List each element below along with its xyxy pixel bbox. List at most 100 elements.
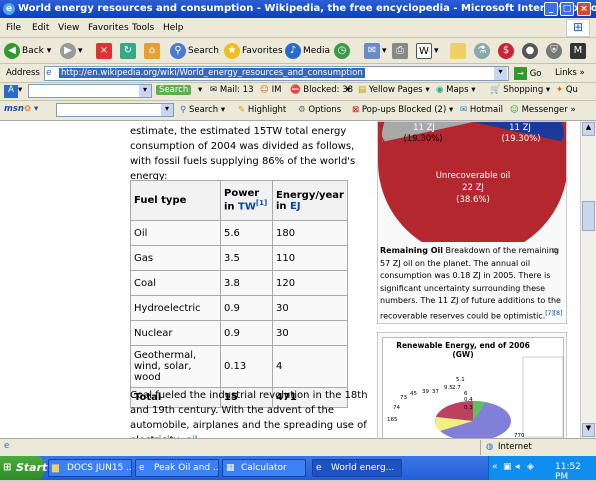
- cell-fuel: Gas: [130, 245, 221, 271]
- task-world-energy[interactable]: e World energ...: [312, 459, 402, 477]
- forward-button[interactable]: ▶ ▾: [60, 42, 83, 60]
- toolbar-search-input[interactable]: ▾: [28, 84, 152, 98]
- menu-file[interactable]: File: [6, 23, 21, 33]
- address-input[interactable]: e http://en.wikipedia.org/wiki/World_ene…: [44, 66, 509, 81]
- home-button[interactable]: ⌂: [144, 42, 162, 60]
- tray-volume-icon[interactable]: ◂: [515, 462, 520, 472]
- links-button[interactable]: Links »: [555, 68, 585, 78]
- task-docs-label: DOCS JUN15 ...: [67, 463, 132, 473]
- task-world-energy-label: World energ...: [331, 463, 395, 473]
- address-bar: Address e http://en.wikipedia.org/wiki/W…: [0, 64, 596, 83]
- more-link[interactable]: ✦ Qu: [556, 85, 578, 95]
- scroll-down-button[interactable]: ▼: [582, 423, 595, 437]
- msn-toolbar: msn✿ ▾ ▾ ⚲ Search ▾ ✎ Highlight ⚙ Option…: [0, 101, 596, 121]
- menu-help[interactable]: Help: [163, 23, 184, 33]
- vertical-scrollbar[interactable]: ▲ ▼: [580, 121, 596, 438]
- popups-blocked-button[interactable]: ⊠ Pop-ups Blocked (2) ▾: [352, 105, 453, 115]
- forward-arrow-icon: ▶: [60, 42, 76, 59]
- msn-search-input[interactable]: ▾: [56, 103, 174, 117]
- mail-button[interactable]: ✉ ▾: [364, 42, 387, 60]
- links-label: Links: [555, 68, 577, 78]
- yellow-pages-link[interactable]: ▤ Yellow Pages ▾: [358, 85, 430, 95]
- scroll-up-button[interactable]: ▲: [582, 122, 595, 136]
- m-button[interactable]: M: [570, 42, 588, 60]
- cell-energy: 30: [272, 295, 348, 321]
- cell-power: 3.5: [220, 245, 273, 271]
- blocked-dropdown[interactable]: ▾: [346, 85, 350, 95]
- toolbar-dropdown[interactable]: ▾: [18, 85, 22, 95]
- print-button[interactable]: ⎙: [392, 42, 410, 60]
- caption-refs[interactable]: [7][8]: [545, 310, 562, 317]
- start-button[interactable]: ⊞ Start: [0, 456, 47, 480]
- im-link[interactable]: ☺ IM: [260, 85, 281, 95]
- address-dropdown-icon[interactable]: ▾: [494, 67, 507, 80]
- yellow-pages-label: Yellow Pages: [368, 85, 423, 95]
- shopping-link[interactable]: 🛒 Shopping ▾: [490, 85, 550, 95]
- edit-button[interactable]: W ▾: [416, 42, 439, 60]
- toolbar-logo-icon[interactable]: A: [4, 85, 18, 98]
- standard-toolbar: ◀ Back ▾ ▶ ▾ × ↻ ⌂ ⚲ Search ★ Favorites ♪ Med…: [0, 38, 596, 64]
- favorites-label: Favorites: [242, 46, 283, 56]
- ej-link[interactable]: EJ: [290, 201, 301, 212]
- tw-link[interactable]: TW: [238, 202, 256, 213]
- toolbar-search-button[interactable]: Search: [156, 85, 192, 95]
- media-label: Media: [303, 46, 331, 56]
- options-button[interactable]: ⚙ Options: [298, 105, 341, 115]
- mcafee-button[interactable]: ⛨: [546, 42, 564, 60]
- search-button[interactable]: ⚲ Search: [170, 42, 219, 60]
- refresh-button[interactable]: ↻: [120, 42, 138, 60]
- task-calculator[interactable]: ▦ Calculator: [222, 459, 306, 477]
- yahoo-toolbar: A ▾ ▾ Search ▾ ✉ Mail: 13 ☺ IM ⛔ Blocked…: [0, 83, 596, 101]
- msn-search-button[interactable]: ⚲ Search ▾: [180, 105, 225, 115]
- minimize-button[interactable]: _: [544, 2, 558, 16]
- ref-1-link[interactable]: [1]: [256, 199, 267, 207]
- messenger-button[interactable]: $: [498, 42, 516, 60]
- favorites-button[interactable]: ★ Favorites: [224, 42, 283, 60]
- research-button[interactable]: ⚗: [474, 42, 492, 60]
- m-icon: M: [570, 42, 586, 59]
- maximize-button[interactable]: □: [560, 2, 574, 16]
- media-button[interactable]: ♪ Media: [285, 42, 330, 60]
- blocked-link[interactable]: ⛔ Blocked: 38: [290, 85, 353, 95]
- money-icon: $: [498, 42, 514, 59]
- messenger-icon: ☺: [510, 105, 519, 115]
- task-peak-oil-label: Peak Oil and ...: [154, 463, 219, 473]
- mail-link[interactable]: ✉ Mail: 13: [210, 85, 253, 95]
- popups-label: Pop-ups Blocked (2): [361, 105, 447, 115]
- maps-label: Maps: [446, 85, 469, 95]
- cell-fuel: Nuclear: [130, 320, 221, 346]
- clock: 11:52 PM: [555, 462, 581, 482]
- go-button[interactable]: → Go: [514, 67, 542, 80]
- mail-icon: ✉: [364, 42, 380, 59]
- tray-network-icon[interactable]: ▣: [503, 462, 512, 472]
- hotmail-button[interactable]: ✉ Hotmail: [460, 105, 503, 115]
- task-docs[interactable]: ▆ DOCS JUN15 ...: [48, 459, 132, 477]
- system-tray: « ▣ ◂ ◈ 11:52 PM: [488, 456, 596, 482]
- highlight-button[interactable]: ✎ Highlight: [238, 105, 286, 115]
- title-bar: e World energy resources and consumption…: [0, 0, 596, 18]
- history-button[interactable]: ◷: [334, 42, 352, 60]
- menu-view[interactable]: View: [58, 23, 79, 33]
- close-button[interactable]: ×: [577, 2, 591, 16]
- tray-expand-icon[interactable]: «: [492, 462, 498, 472]
- menu-favorites[interactable]: Favorites: [88, 23, 129, 33]
- research-icon: ⚗: [474, 42, 490, 59]
- msn-logo[interactable]: msn✿ ▾: [4, 104, 38, 114]
- tray-antivirus-icon[interactable]: ◈: [527, 462, 534, 472]
- cell-energy: 180: [272, 220, 348, 246]
- block-icon: ⛔: [290, 85, 301, 95]
- back-button[interactable]: ◀ Back ▾: [4, 42, 51, 60]
- messenger-button-msn[interactable]: ☺ Messenger »: [510, 105, 576, 115]
- stop-button[interactable]: ×: [96, 42, 114, 60]
- task-peak-oil[interactable]: e Peak Oil and ...: [135, 459, 219, 477]
- maps-link[interactable]: ◉ Maps ▾: [436, 85, 475, 95]
- toolbar-options[interactable]: ▾: [198, 85, 202, 95]
- menu-edit[interactable]: Edit: [32, 23, 49, 33]
- taskbar: ⊞ Start ▆ DOCS JUN15 ... e Peak Oil and ...…: [0, 456, 596, 482]
- discuss-button[interactable]: [450, 42, 468, 60]
- chat-button[interactable]: ●: [522, 42, 540, 60]
- menu-tools[interactable]: Tools: [132, 23, 154, 33]
- page-content: estimate, the estimated 15TW total energ…: [0, 121, 580, 438]
- scroll-thumb[interactable]: [582, 201, 595, 231]
- cell-power: 0.9: [220, 320, 273, 346]
